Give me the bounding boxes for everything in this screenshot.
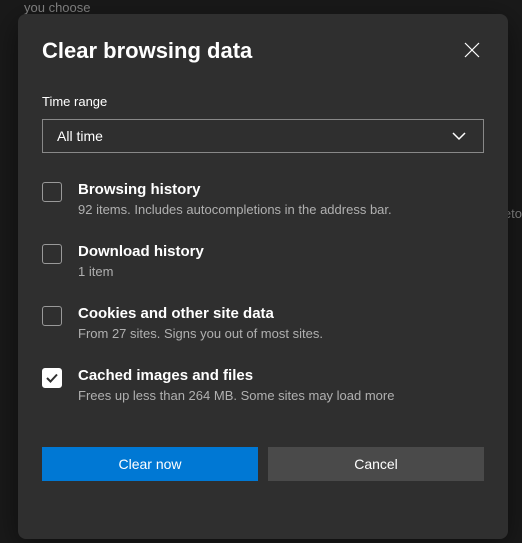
- time-range-select[interactable]: All time: [42, 119, 484, 153]
- time-range-value: All time: [57, 128, 103, 144]
- checkbox-cookies[interactable]: [42, 306, 62, 326]
- checkbox-browsing-history[interactable]: [42, 182, 62, 202]
- option-desc: 92 items. Includes autocompletions in th…: [78, 202, 484, 219]
- option-desc: Frees up less than 264 MB. Some sites ma…: [78, 388, 484, 405]
- option-desc: From 27 sites. Signs you out of most sit…: [78, 326, 484, 343]
- option-text: Download history 1 item: [78, 243, 484, 281]
- clear-now-button[interactable]: Clear now: [42, 447, 258, 481]
- option-cookies: Cookies and other site data From 27 site…: [42, 305, 484, 343]
- background-text-fragment: you choose: [24, 0, 91, 15]
- option-title: Download history: [78, 243, 484, 260]
- checkbox-cached-files[interactable]: [42, 368, 62, 388]
- dialog-header: Clear browsing data: [42, 38, 484, 64]
- option-text: Browsing history 92 items. Includes auto…: [78, 181, 484, 219]
- option-title: Browsing history: [78, 181, 484, 198]
- option-desc: 1 item: [78, 264, 484, 281]
- option-text: Cookies and other site data From 27 site…: [78, 305, 484, 343]
- option-cached-files: Cached images and files Frees up less th…: [42, 367, 484, 405]
- clear-browsing-data-dialog: Clear browsing data Time range All time …: [18, 14, 508, 539]
- close-icon: [464, 42, 480, 58]
- checkmark-icon: [45, 371, 59, 385]
- checkbox-download-history[interactable]: [42, 244, 62, 264]
- options-list: Browsing history 92 items. Includes auto…: [42, 181, 484, 441]
- option-title: Cookies and other site data: [78, 305, 484, 322]
- dialog-buttons: Clear now Cancel: [42, 447, 484, 481]
- option-text: Cached images and files Frees up less th…: [78, 367, 484, 405]
- cancel-button[interactable]: Cancel: [268, 447, 484, 481]
- chevron-down-icon: [449, 126, 469, 146]
- option-browsing-history: Browsing history 92 items. Includes auto…: [42, 181, 484, 219]
- option-title: Cached images and files: [78, 367, 484, 384]
- time-range-label: Time range: [42, 94, 484, 109]
- option-download-history: Download history 1 item: [42, 243, 484, 281]
- dialog-title: Clear browsing data: [42, 38, 252, 64]
- close-button[interactable]: [460, 38, 484, 62]
